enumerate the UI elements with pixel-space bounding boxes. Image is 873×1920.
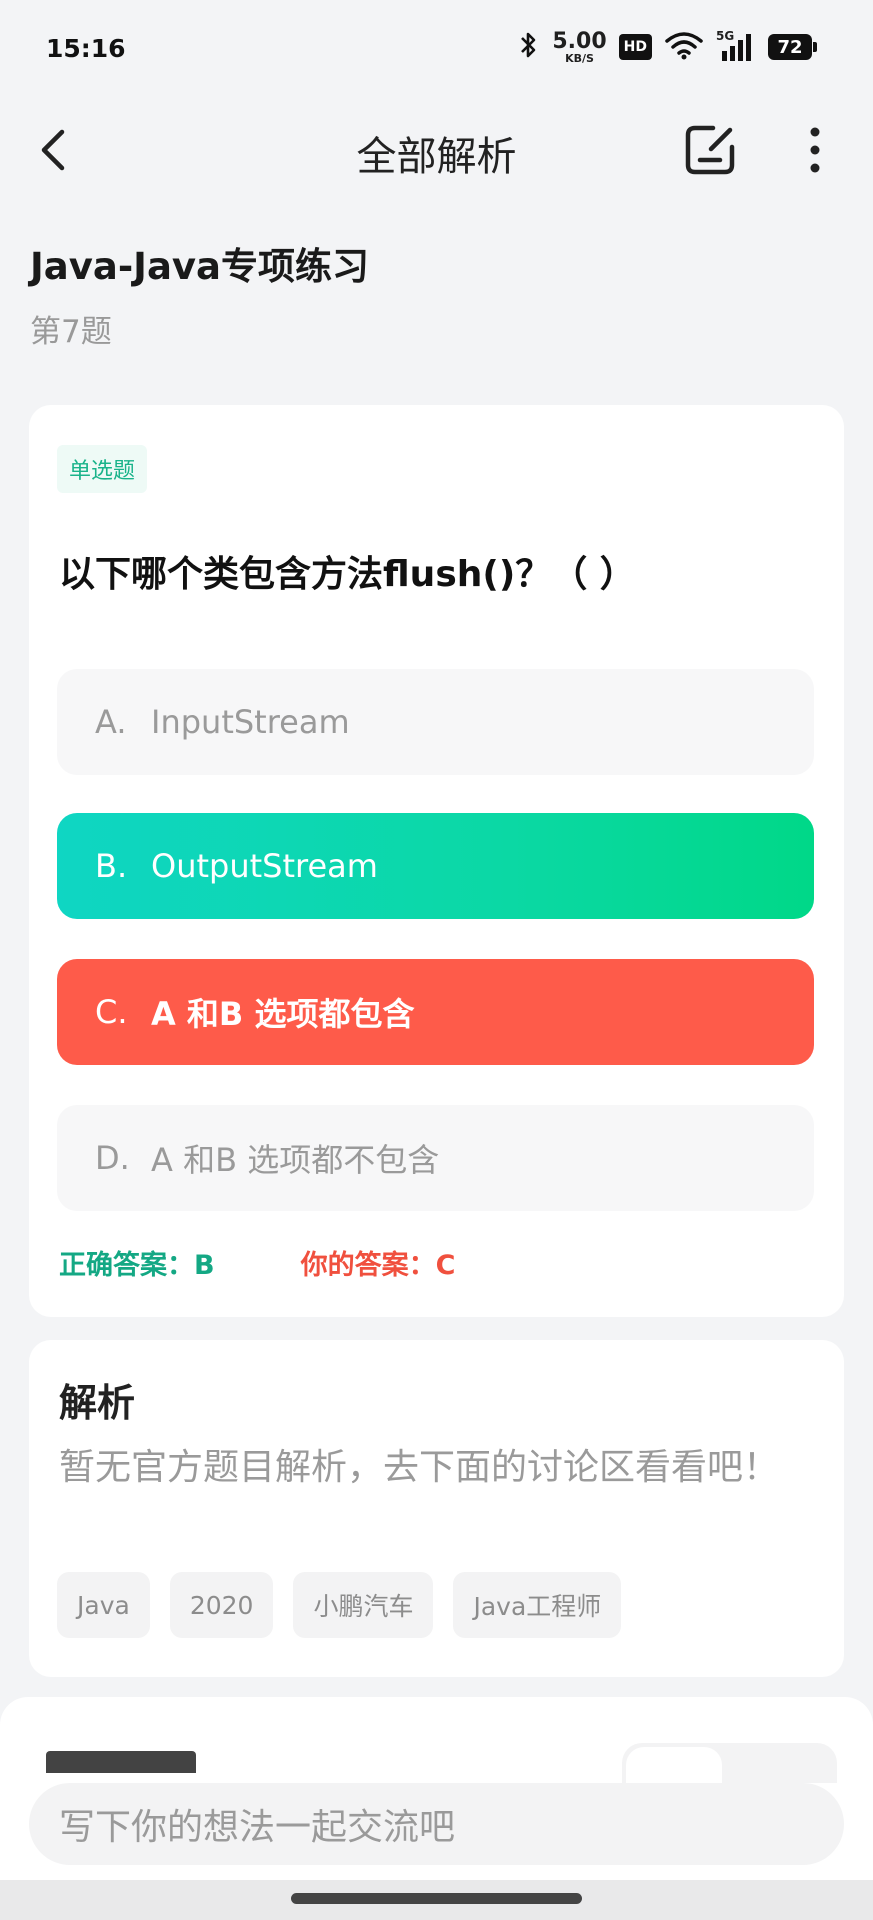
edit-button[interactable] [680,120,740,180]
option-c-wrong[interactable]: C. A 和B 选项都包含 [57,959,814,1065]
tag-2020[interactable]: 2020 [169,1572,274,1638]
option-label: A 和B 选项都包含 [151,995,415,1033]
your-answer: 你的答案：C [300,1250,456,1281]
option-label: A 和B 选项都不包含 [151,1141,440,1179]
tag-xpeng[interactable]: 小鹏汽车 [293,1572,434,1638]
practice-title: Java-Java专项练习 [30,245,369,288]
analysis-card: 解析 暂无官方题目解析，去下面的讨论区看看吧！ Java 2020 小鹏汽车 J… [29,1340,844,1677]
network-speed: 5.00 KB/S [552,28,607,65]
question-type-badge: 单选题 [57,445,148,493]
option-letter: D. [95,1139,130,1177]
option-label: InputStream [151,703,350,741]
hd-badge: HD [618,34,652,60]
edit-note-icon [685,125,735,175]
discussion-heading-peek [46,1751,196,1773]
question-text: 以下哪个类包含方法flush()？（ ） [59,554,636,595]
question-number: 第7题 [30,314,112,350]
option-letter: A. [95,703,127,741]
tag-list: Java 2020 小鹏汽车 Java工程师 [57,1572,622,1638]
option-letter: C. [95,993,128,1031]
status-time: 15:16 [46,34,126,63]
status-icons: 5.00 KB/S HD 5G 72 [518,28,817,65]
page-title: 全部解析 [356,134,517,180]
option-a[interactable]: A. InputStream [57,669,814,775]
correct-answer: 正确答案：B [59,1250,215,1281]
discussion-sheet: 写下你的想法一起交流吧 [0,1697,873,1920]
option-label: OutputStream [151,847,378,885]
sort-toggle-knob [626,1747,722,1783]
home-indicator[interactable] [291,1893,582,1904]
bluetooth-icon [518,30,540,64]
top-nav: 全部解析 [0,100,873,200]
comment-input[interactable]: 写下你的想法一起交流吧 [29,1783,844,1865]
cellular-signal-icon: 5G [716,29,756,63]
analysis-text: 暂无官方题目解析，去下面的讨论区看看吧！ [59,1447,780,1488]
wifi-icon [664,30,704,64]
option-d[interactable]: D. A 和B 选项都不包含 [57,1105,814,1211]
tag-java-engineer[interactable]: Java工程师 [453,1572,622,1638]
status-bar: 15:16 5.00 KB/S HD 5G 72 [0,0,873,100]
more-vertical-icon [810,127,820,173]
more-button[interactable] [790,120,840,180]
question-card: 单选题 以下哪个类包含方法flush()？（ ） A. InputStream … [29,405,844,1317]
tag-java[interactable]: Java [57,1572,150,1638]
battery-icon: 72 [768,34,817,60]
option-letter: B. [95,847,128,885]
answer-summary: 正确答案：B 你的答案：C [59,1243,455,1282]
option-b-correct[interactable]: B. OutputStream [57,813,814,919]
analysis-heading: 解析 [59,1381,136,1425]
comment-placeholder: 写下你的想法一起交流吧 [59,1807,456,1848]
